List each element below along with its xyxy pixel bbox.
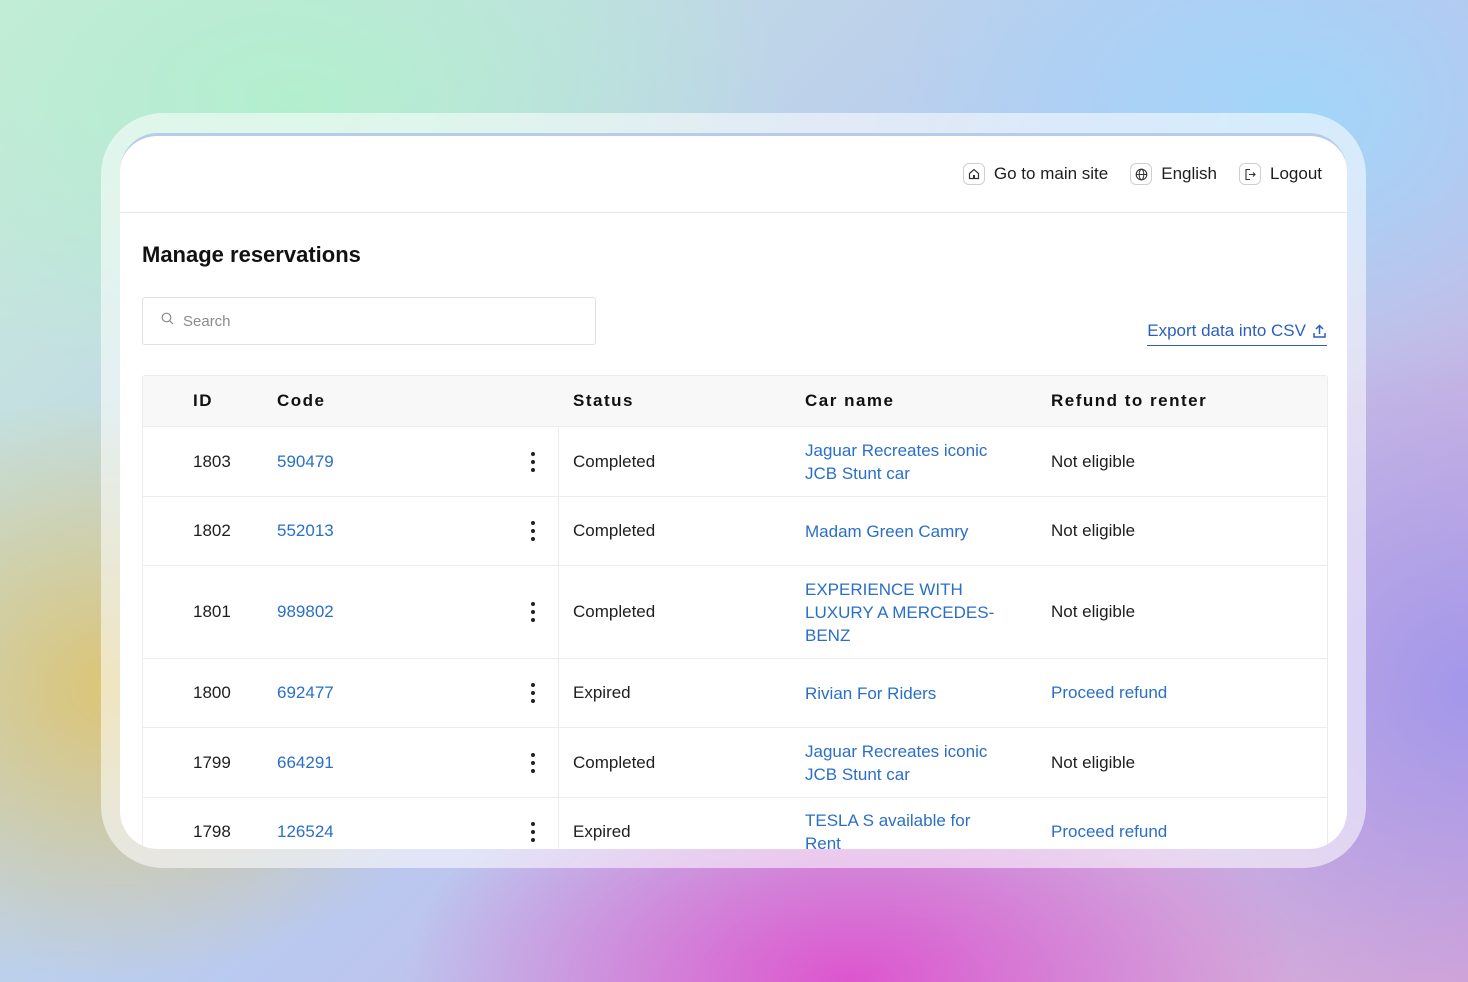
row-car-link[interactable]: EXPERIENCE WITH LUXURY A MERCEDES-BENZ bbox=[805, 578, 997, 647]
row-refund-link[interactable]: Proceed refund bbox=[1051, 822, 1327, 842]
home-icon bbox=[962, 163, 985, 185]
row-menu-cell bbox=[511, 566, 559, 658]
row-menu-cell bbox=[511, 659, 559, 727]
row-car-link[interactable]: Jaguar Recreates iconic JCB Stunt car bbox=[805, 740, 1005, 786]
table-row: 1799 664291 Completed Jaguar Recreates i… bbox=[143, 728, 1327, 798]
row-refund: Not eligible bbox=[1051, 521, 1136, 540]
row-actions-icon[interactable] bbox=[527, 450, 539, 474]
row-refund: Not eligible bbox=[1051, 602, 1136, 621]
row-code-link[interactable]: 692477 bbox=[277, 683, 511, 703]
header-status[interactable]: Status bbox=[559, 391, 805, 411]
row-id: 1799 bbox=[193, 752, 231, 772]
row-code-link[interactable]: 552013 bbox=[277, 521, 511, 541]
table-row: 1802 552013 Completed Madam Green Camry … bbox=[143, 497, 1327, 566]
row-actions-icon[interactable] bbox=[527, 519, 539, 543]
export-csv-label: Export data into CSV bbox=[1147, 321, 1306, 340]
search-box[interactable] bbox=[142, 297, 596, 345]
header-id[interactable]: ID bbox=[143, 391, 277, 411]
row-id: 1802 bbox=[193, 521, 231, 540]
row-refund: Not eligible bbox=[1051, 752, 1136, 772]
table-row: 1800 692477 Expired Rivian For Riders Pr… bbox=[143, 659, 1327, 728]
row-menu-cell bbox=[511, 427, 559, 496]
row-menu-cell bbox=[511, 798, 559, 849]
language-selector[interactable]: English bbox=[1130, 163, 1217, 185]
table-row: 1803 590479 Completed Jaguar Recreates i… bbox=[143, 427, 1327, 497]
row-code-link[interactable]: 590479 bbox=[277, 452, 511, 472]
logout-icon bbox=[1239, 163, 1261, 185]
row-id: 1798 bbox=[193, 822, 231, 841]
row-actions-icon[interactable] bbox=[527, 820, 539, 844]
go-to-main-site-label: Go to main site bbox=[993, 164, 1109, 183]
upload-icon bbox=[1313, 323, 1326, 338]
row-id: 1801 bbox=[193, 602, 231, 621]
header-car-name[interactable]: Car name bbox=[805, 391, 1051, 411]
row-code-link[interactable]: 126524 bbox=[277, 822, 511, 842]
logout-link[interactable]: Logout bbox=[1239, 163, 1322, 185]
row-menu-cell bbox=[511, 497, 559, 565]
header-code[interactable]: Code bbox=[277, 391, 511, 411]
search-input[interactable] bbox=[183, 312, 583, 330]
go-to-main-site-link[interactable]: Go to main site bbox=[962, 163, 1109, 185]
table-row: 1801 989802 Completed EXPERIENCE WITH LU… bbox=[143, 566, 1327, 659]
row-refund: Not eligible bbox=[1051, 451, 1136, 471]
search-icon bbox=[161, 312, 174, 330]
row-menu-cell bbox=[511, 728, 559, 797]
row-code-link[interactable]: 664291 bbox=[277, 753, 511, 773]
row-refund-link[interactable]: Proceed refund bbox=[1051, 683, 1327, 703]
row-status: Completed bbox=[573, 451, 656, 471]
admin-panel: Go to main site English Logout Manage re… bbox=[120, 133, 1347, 849]
table-header: ID Code Status Car name Refund to renter bbox=[143, 376, 1327, 427]
header-refund[interactable]: Refund to renter bbox=[1051, 391, 1327, 411]
row-status: Completed bbox=[573, 752, 656, 772]
row-id: 1800 bbox=[193, 683, 231, 702]
row-status: Completed bbox=[573, 602, 656, 621]
page-title: Manage reservations bbox=[142, 242, 361, 267]
reservations-table: ID Code Status Car name Refund to renter… bbox=[142, 375, 1328, 849]
row-status: Expired bbox=[573, 822, 631, 841]
top-bar: Go to main site English Logout bbox=[120, 136, 1347, 213]
row-actions-icon[interactable] bbox=[527, 751, 539, 775]
row-status: Completed bbox=[573, 521, 656, 540]
row-car-link[interactable]: Madam Green Camry bbox=[805, 520, 1005, 543]
row-car-link[interactable]: Rivian For Riders bbox=[805, 682, 1005, 705]
row-actions-icon[interactable] bbox=[527, 681, 539, 705]
row-status: Expired bbox=[573, 683, 631, 702]
logout-label: Logout bbox=[1270, 164, 1322, 183]
table-row: 1798 126524 Expired TESLA S available fo… bbox=[143, 798, 1327, 849]
language-label: English bbox=[1161, 164, 1217, 183]
row-code-link[interactable]: 989802 bbox=[277, 602, 511, 622]
export-csv-link[interactable]: Export data into CSV bbox=[1147, 321, 1327, 346]
row-car-link[interactable]: Jaguar Recreates iconic JCB Stunt car bbox=[805, 439, 1005, 485]
row-actions-icon[interactable] bbox=[527, 600, 539, 624]
row-car-link[interactable]: TESLA S available for Rent bbox=[805, 809, 1005, 849]
header-menu-spacer bbox=[511, 376, 559, 426]
row-id: 1803 bbox=[193, 451, 231, 471]
globe-icon bbox=[1130, 163, 1153, 185]
